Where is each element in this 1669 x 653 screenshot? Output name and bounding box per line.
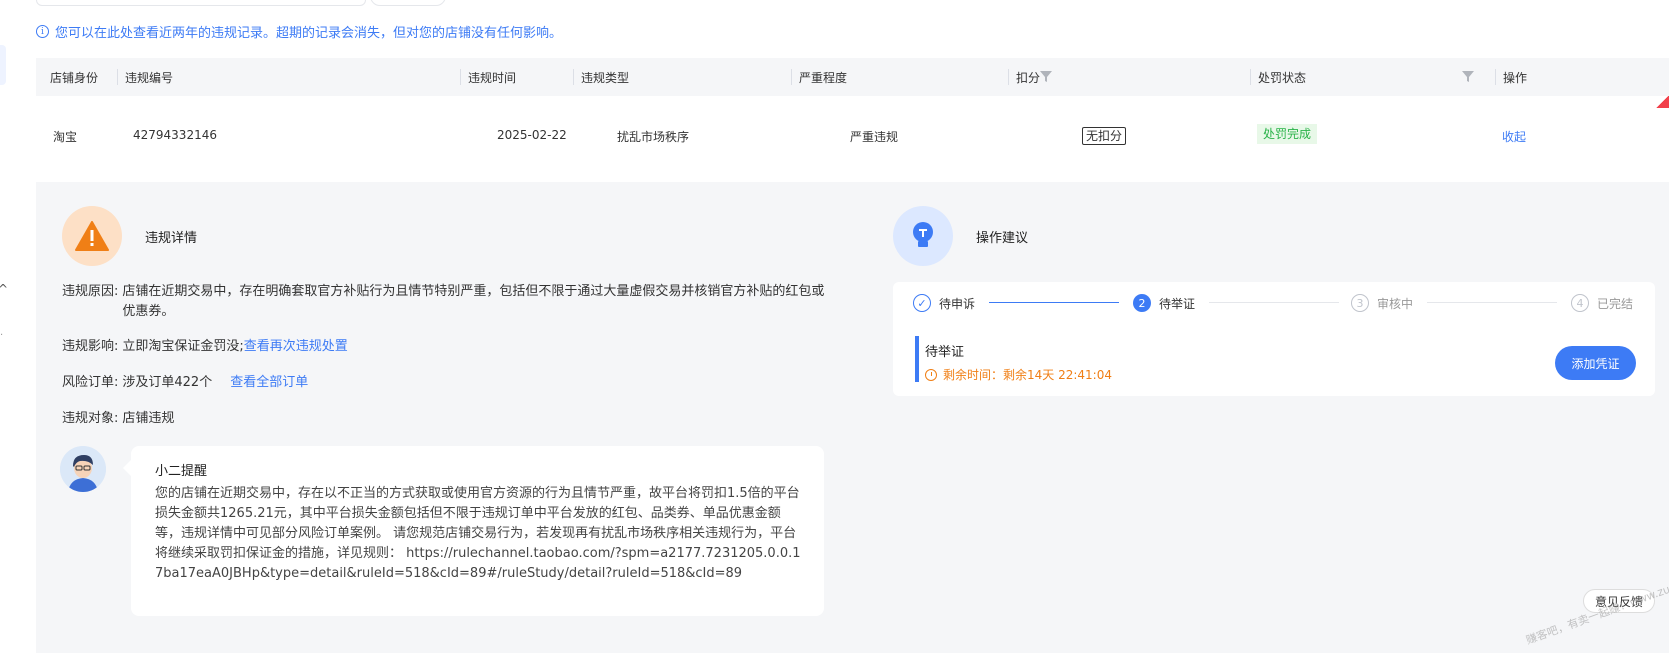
warning-icon-badge (62, 206, 122, 266)
target-label: 违规对象: (62, 411, 119, 426)
reminder-card: 小二提醒 您的店铺在近期交易中，存在以不正当的方式获取或使用官方资源的行为且情节… (123, 446, 824, 616)
risk-row: 风险订单: 涉及订单422个 查看全部订单 (62, 373, 308, 393)
cell-violation-time: 2025-02-22 (497, 128, 567, 142)
bulb-icon-badge (893, 206, 953, 266)
cell-severity: 严重违规 (850, 130, 899, 144)
impact-row: 违规影响: 立即淘宝保证金罚没; 查看再次违规处置 (62, 337, 348, 357)
add-evidence-button[interactable]: 添加凭证 (1555, 346, 1636, 380)
deduction-tag: 无扣分 (1082, 127, 1127, 145)
reason-row: 违规原因: 店铺在近期交易中，存在明确套取官方补贴行为且情节特别严重，包括但不限… (62, 282, 830, 322)
th-violation-type: 违规类型 (573, 58, 629, 96)
remaining-time: 剩余时间：剩余14天 22:41:04 (925, 366, 1112, 383)
step-line-2 (1209, 302, 1339, 303)
th-deduction: 扣分 (1008, 58, 1040, 96)
avatar (60, 446, 106, 492)
target-text: 店铺违规 (122, 411, 175, 426)
collapse-link[interactable]: 收起 (1502, 128, 1526, 145)
step-done-label: 已完结 (1597, 296, 1634, 311)
reason-text: 店铺在近期交易中，存在明确套取官方补贴行为且情节特别严重，包括但不限于通过大量虚… (122, 284, 825, 319)
step-done: 4 已完结 (1571, 294, 1633, 312)
check-icon: ✓ (913, 294, 931, 312)
bulb-icon (913, 222, 933, 247)
severity-filter-icon[interactable] (1040, 71, 1052, 82)
left-nav-mark: · (0, 330, 4, 341)
pending-marker (915, 336, 919, 382)
repeat-violation-link[interactable]: 查看再次违规处置 (244, 337, 348, 357)
step-appeal: ✓ 待申诉 (913, 294, 975, 312)
top-search-button[interactable] (370, 0, 446, 6)
cell-deduction: 无扣分 (1082, 127, 1127, 145)
top-search-input[interactable] (36, 0, 366, 6)
corner-ribbon (1655, 96, 1669, 108)
th-penalty-status: 处罚状态 (1250, 58, 1306, 96)
step-review-label: 审核中 (1377, 296, 1414, 311)
left-nav-tab[interactable] (0, 45, 6, 85)
warning-icon (75, 221, 109, 251)
impact-label: 违规影响: (62, 339, 119, 354)
cell-shop-identity: 淘宝 (53, 130, 78, 144)
th-severity: 严重程度 (791, 58, 847, 96)
step-review-number: 3 (1351, 294, 1369, 312)
step-line-1 (989, 302, 1119, 303)
step-done-number: 4 (1571, 294, 1589, 312)
step-line-3 (1427, 302, 1557, 303)
notice-text: 您可以在此处查看近两年的违规记录。超期的记录会消失，但对您的店铺没有任何影响。 (55, 26, 563, 41)
th-violation-id: 违规编号 (117, 58, 173, 96)
notice-bar: i 您可以在此处查看近两年的违规记录。超期的记录会消失，但对您的店铺没有任何影响… (36, 22, 562, 41)
pending-title: 待举证 (925, 345, 965, 360)
status-filter-icon[interactable] (1462, 71, 1474, 82)
impact-text: 立即淘宝保证金罚没; (122, 339, 244, 354)
chevron-up-icon[interactable]: ^ (0, 282, 8, 296)
step-evidence-number: 2 (1133, 294, 1151, 312)
reminder-title: 小二提醒 (155, 464, 208, 479)
table-row: 淘宝 42794332146 2025-02-22 扰乱市场秩序 严重违规 无扣… (36, 96, 1669, 182)
risk-text: 涉及订单422个 (122, 375, 213, 390)
th-violation-time: 违规时间 (460, 58, 516, 96)
suggestion-panel (888, 182, 1658, 637)
reminder-body: 您的店铺在近期交易中，存在以不正当的方式获取或使用官方资源的行为且情节严重，故平… (155, 486, 801, 581)
remaining-time-text: 剩余时间：剩余14天 22:41:04 (943, 368, 1112, 382)
target-row: 违规对象: 店铺违规 (62, 409, 174, 429)
th-action: 操作 (1495, 58, 1527, 96)
risk-label: 风险订单: (62, 375, 119, 390)
reason-label: 违规原因: (62, 284, 119, 299)
all-orders-link[interactable]: 查看全部订单 (230, 373, 308, 393)
step-evidence-label: 待举证 (1159, 296, 1196, 311)
step-appeal-label: 待申诉 (939, 296, 976, 311)
suggestion-title: 操作建议 (976, 231, 1029, 246)
clock-icon (925, 368, 937, 381)
status-badge: 处罚完成 (1257, 124, 1318, 144)
cell-violation-id: 42794332146 (133, 128, 217, 142)
step-review: 3 审核中 (1351, 294, 1413, 312)
info-icon: i (36, 25, 49, 38)
table-header: 店铺身份 违规编号 违规时间 违规类型 严重程度 扣分 处罚状态 操作 (36, 58, 1669, 96)
cell-penalty-status: 处罚完成 (1257, 124, 1318, 144)
step-evidence: 2 待举证 (1133, 294, 1195, 312)
cell-violation-type: 扰乱市场秩序 (617, 130, 690, 144)
th-shop-identity: 店铺身份 (50, 70, 99, 85)
detail-title: 违规详情 (145, 231, 198, 246)
